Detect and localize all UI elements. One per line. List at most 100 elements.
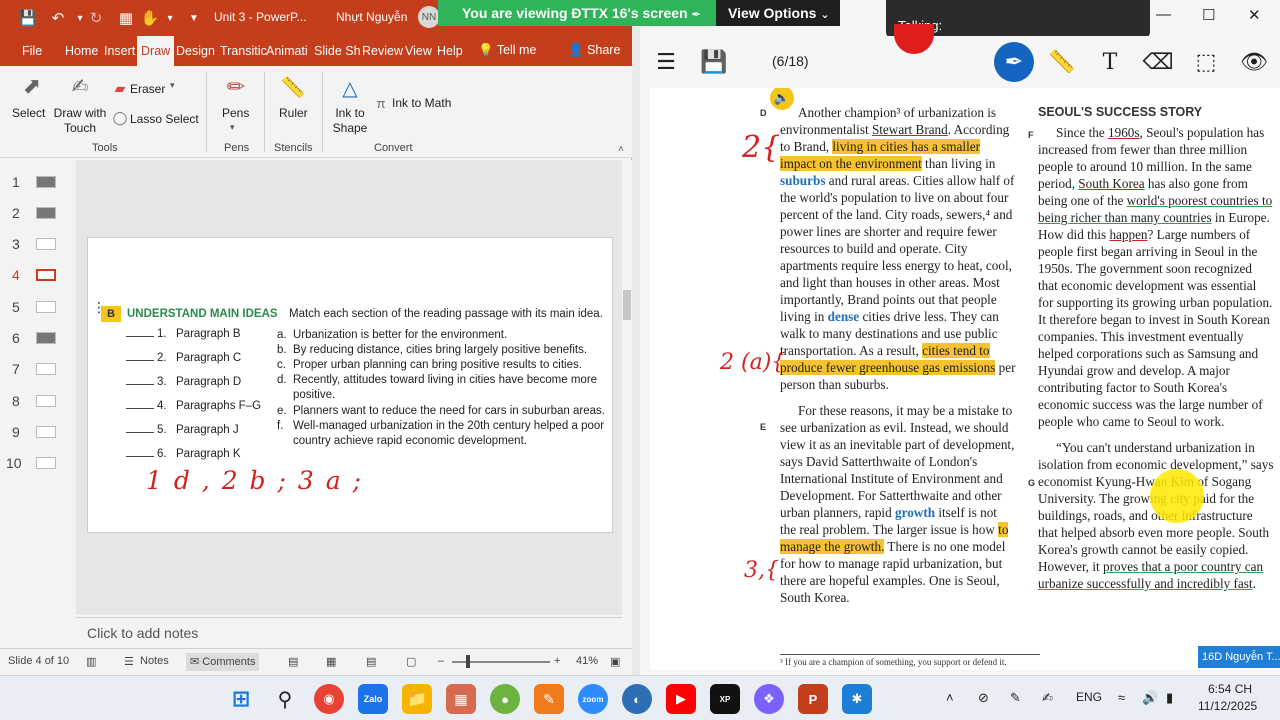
- share-button[interactable]: 👤 Share: [568, 43, 620, 58]
- chrome-icon[interactable]: ◉: [314, 684, 344, 714]
- tab-file[interactable]: File: [18, 36, 46, 66]
- youtube-icon[interactable]: ▶: [666, 684, 696, 714]
- language-indicator[interactable]: ENG: [1076, 690, 1102, 704]
- pens-dropdown-icon[interactable]: ▾: [230, 122, 235, 133]
- eraser-tool-icon[interactable]: ⌫: [1142, 46, 1174, 78]
- reading-view-icon[interactable]: ▤: [366, 655, 376, 668]
- zoom-icon[interactable]: zoom: [578, 684, 608, 714]
- lasso-icon[interactable]: ◯: [112, 110, 128, 126]
- select-tool-icon[interactable]: ⬚: [1190, 46, 1222, 78]
- eye-icon[interactable]: 👁: [1238, 46, 1270, 78]
- select-button[interactable]: Select: [12, 106, 45, 120]
- comments-button[interactable]: ✉ Comments: [186, 653, 260, 671]
- lasso-select-button[interactable]: Lasso Select: [130, 112, 199, 126]
- notes-placeholder[interactable]: Click to add notes: [87, 625, 198, 641]
- ink-to-math-icon[interactable]: π: [372, 94, 390, 112]
- powerpoint-icon[interactable]: P: [798, 684, 828, 714]
- normal-view-icon[interactable]: ▤: [288, 655, 298, 668]
- draw-with-touch-button[interactable]: Draw with Touch: [52, 106, 108, 136]
- redo-icon[interactable]: ↻: [86, 8, 106, 28]
- app-icon[interactable]: ●: [490, 684, 520, 714]
- tab-view[interactable]: View: [401, 36, 436, 66]
- show-hidden-icons[interactable]: ˄: [946, 690, 954, 705]
- slideshow-icon[interactable]: ▢: [406, 655, 416, 668]
- ink-to-shape-button[interactable]: Ink to Shape: [332, 106, 368, 136]
- tab-slide-show[interactable]: Slide Sh: [310, 36, 365, 66]
- notes-icon[interactable]: ☰: [124, 655, 134, 668]
- zoom-out-button[interactable]: –: [438, 655, 444, 667]
- notes-button[interactable]: Notes: [140, 655, 169, 667]
- ink-to-math-button[interactable]: Ink to Math: [392, 96, 451, 110]
- notes-pane[interactable]: Click to add notes: [76, 617, 622, 647]
- zoom-level[interactable]: 41%: [576, 655, 598, 667]
- tab-review[interactable]: Review: [358, 36, 407, 66]
- thumbnail-slide-1[interactable]: 1: [0, 170, 76, 194]
- clock-date[interactable]: 11/12/2025: [1198, 699, 1257, 713]
- undo-icon[interactable]: ↶: [48, 8, 68, 28]
- collapse-ribbon-icon[interactable]: ˄: [618, 144, 624, 155]
- ruler-icon[interactable]: 📏: [280, 72, 306, 102]
- current-slide[interactable]: ⋮ B UNDERSTAND MAIN IDEAS Match each sec…: [87, 237, 613, 533]
- tell-me-search[interactable]: 💡 Tell me: [478, 43, 536, 58]
- draw-touch-icon[interactable]: ✍: [66, 72, 94, 100]
- wifi-icon[interactable]: ≈: [1118, 690, 1125, 705]
- view-options-button[interactable]: View Options ⌄: [716, 0, 840, 26]
- save-icon[interactable]: 💾: [18, 8, 38, 28]
- app-icon[interactable]: ✎: [534, 684, 564, 714]
- xp-pen-icon[interactable]: XP: [710, 684, 740, 714]
- vertical-scrollbar[interactable]: [622, 160, 632, 648]
- zoom-in-button[interactable]: +: [554, 655, 560, 667]
- ink-to-shape-icon[interactable]: △: [336, 74, 364, 102]
- thumbnail-slide-7[interactable]: 7: [0, 357, 76, 381]
- thumbnail-slide-5[interactable]: 5: [0, 295, 76, 319]
- slide-sorter-icon[interactable]: ▦: [326, 655, 336, 668]
- tab-home[interactable]: Home: [61, 36, 102, 66]
- menu-icon[interactable]: ☰: [650, 46, 682, 78]
- eraser-button[interactable]: Eraser: [130, 82, 165, 96]
- more-commands-icon[interactable]: ▼: [184, 8, 204, 28]
- pen-tool-icon[interactable]: ✒: [994, 42, 1034, 82]
- app-icon[interactable]: ◐: [622, 684, 652, 714]
- close-button[interactable]: ✕: [1248, 6, 1261, 24]
- app-icon[interactable]: ▦: [446, 684, 476, 714]
- ruler-tool-icon[interactable]: 📏: [1046, 46, 1078, 78]
- accessibility-icon[interactable]: ▥: [86, 655, 96, 668]
- edit-tray-icon[interactable]: ✍: [1042, 690, 1053, 706]
- copilot-icon[interactable]: ❖: [754, 684, 784, 714]
- tab-help[interactable]: Help: [433, 36, 467, 66]
- text-tool-icon[interactable]: T: [1094, 46, 1126, 78]
- thumbnail-slide-9[interactable]: 9: [0, 420, 76, 444]
- zoom-slider-thumb[interactable]: [466, 655, 470, 668]
- pens-button[interactable]: Pens: [222, 106, 249, 120]
- thumbnail-slide-8[interactable]: 8: [0, 389, 76, 413]
- minimize-button[interactable]: —: [1156, 6, 1171, 23]
- battery-icon[interactable]: ▮: [1166, 690, 1173, 706]
- save-icon[interactable]: 💾: [698, 46, 730, 78]
- tab-insert[interactable]: Insert: [100, 36, 139, 66]
- eraser-icon[interactable]: ▰: [112, 80, 128, 96]
- clock-time[interactable]: 6:54 CH: [1208, 682, 1252, 696]
- thumbnail-slide-4[interactable]: 4: [0, 263, 76, 287]
- thumbnail-slide-2[interactable]: 2: [0, 201, 76, 225]
- file-explorer-icon[interactable]: 📁: [402, 684, 432, 714]
- microphone-off-icon[interactable]: ⊘: [978, 690, 989, 706]
- scrollbar-thumb[interactable]: [623, 290, 631, 320]
- pen-tray-icon[interactable]: ✎: [1010, 690, 1021, 706]
- fit-slide-icon[interactable]: ▣: [610, 655, 620, 668]
- ruler-button[interactable]: Ruler: [279, 106, 308, 120]
- thumbnail-slide-3[interactable]: 3: [0, 232, 76, 256]
- select-arrow-icon[interactable]: ⬈: [20, 72, 44, 100]
- present-icon[interactable]: ▦: [116, 8, 136, 28]
- pens-icon[interactable]: ✏: [224, 72, 248, 102]
- volume-icon[interactable]: 🔊: [1142, 690, 1158, 706]
- zalo-icon[interactable]: Zalo: [358, 684, 388, 714]
- avatar[interactable]: NN: [418, 6, 440, 28]
- thumbnail-slide-6[interactable]: 6: [0, 326, 76, 350]
- eraser-dropdown-icon[interactable]: ▾: [170, 80, 175, 91]
- tab-animations[interactable]: Animati: [262, 36, 312, 66]
- tab-design[interactable]: Design: [172, 36, 219, 66]
- app-icon[interactable]: ✱: [842, 684, 872, 714]
- tab-draw[interactable]: Draw: [137, 36, 175, 66]
- maximize-button[interactable]: ☐: [1202, 6, 1215, 24]
- thumbnail-slide-10[interactable]: 10: [0, 451, 76, 475]
